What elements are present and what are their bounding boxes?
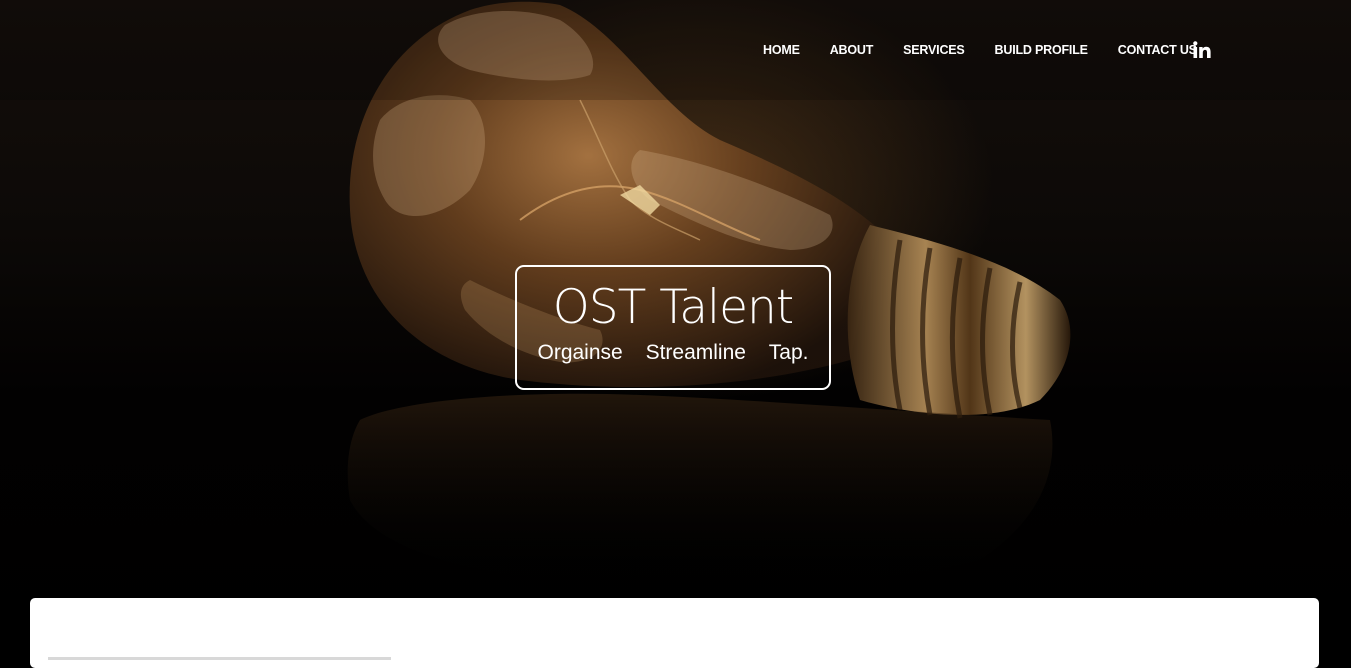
nav-item-services[interactable]: SERVICES	[903, 43, 965, 57]
main-navigation: HOME ABOUT SERVICES BUILD PROFILE CONTAC…	[763, 43, 1226, 57]
tagline-word-organise: Orgainse	[537, 341, 623, 364]
tagline-word-streamline: Streamline	[645, 341, 746, 364]
brand-title: OST Talent	[552, 280, 794, 335]
brand-box: OST Talent Orgainse Streamline Tap.	[515, 265, 831, 390]
hero-section: HOME ABOUT SERVICES BUILD PROFILE CONTAC…	[0, 0, 1351, 660]
nav-item-build-profile[interactable]: BUILD PROFILE	[995, 43, 1088, 57]
nav-item-contact-us[interactable]: CONTACT US	[1118, 43, 1197, 57]
linkedin-icon[interactable]	[1193, 41, 1211, 59]
tagline-word-tap: Tap.	[768, 341, 809, 364]
brand-tagline: Orgainse Streamline Tap.	[517, 341, 829, 365]
nav-item-about[interactable]: ABOUT	[830, 43, 874, 57]
nav-item-home[interactable]: HOME	[763, 43, 800, 57]
